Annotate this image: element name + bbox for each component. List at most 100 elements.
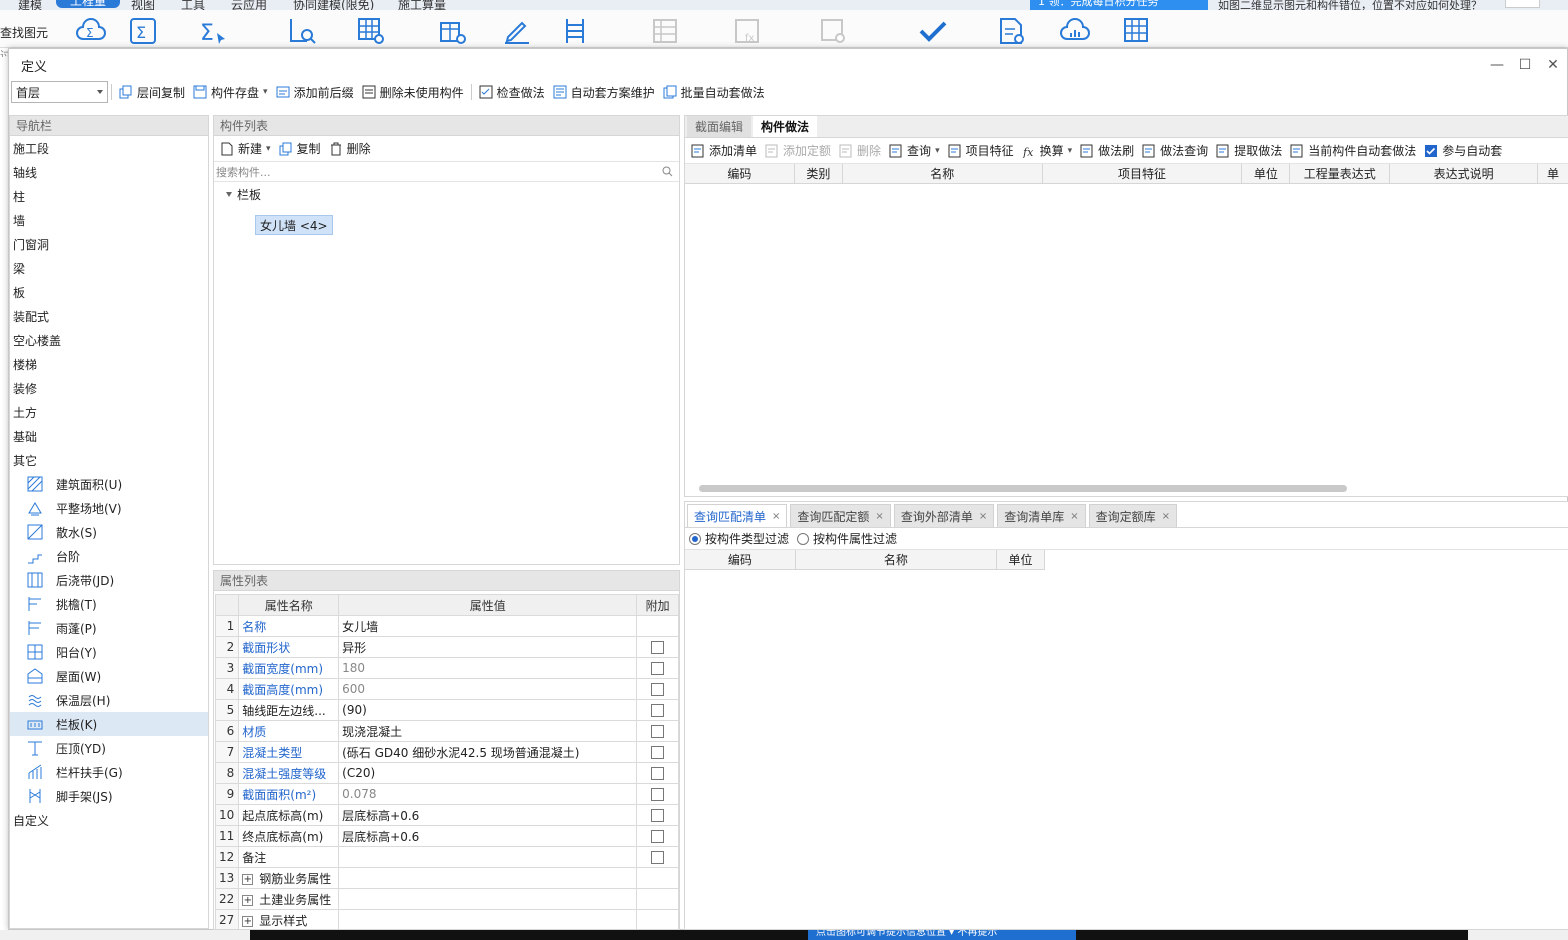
column-header[interactable]: 单 xyxy=(1538,164,1568,183)
expand-icon[interactable]: + xyxy=(242,915,254,927)
nav-sub-item[interactable]: 台阶 xyxy=(10,544,208,568)
property-row[interactable]: 27 + 显示样式 xyxy=(214,909,679,929)
extra-checkbox[interactable] xyxy=(651,746,665,759)
maximize-button[interactable]: ☐ xyxy=(1511,49,1539,81)
nav-item[interactable]: 板 xyxy=(10,280,208,304)
property-value[interactable]: 女儿墙 xyxy=(338,615,638,637)
ribbon-tab-view[interactable]: 视图 xyxy=(131,0,155,10)
column-header[interactable]: 类别 xyxy=(795,164,843,183)
nav-item[interactable]: 梁 xyxy=(10,256,208,280)
nav-item[interactable]: 门窗洞 xyxy=(10,232,208,256)
property-row[interactable]: 13 + 钢筋业务属性 xyxy=(214,867,679,889)
caret-down-icon[interactable] xyxy=(226,191,232,197)
nav-sub-item[interactable]: 栏杆扶手(G) xyxy=(10,760,208,784)
delete-method-button[interactable]: 删除 xyxy=(835,140,885,162)
property-value[interactable]: (90) xyxy=(338,699,638,721)
column-header[interactable]: 表达式说明 xyxy=(1390,164,1539,183)
extra-checkbox[interactable] xyxy=(651,704,665,717)
property-row[interactable]: 5 轴线距左边线... (90) xyxy=(214,699,679,721)
nav-item[interactable]: 柱 xyxy=(10,184,208,208)
convert-button[interactable]: fx 换算 ▾ xyxy=(1018,140,1077,162)
property-value[interactable] xyxy=(338,909,638,929)
nav-sub-item[interactable]: 建筑面积(U) xyxy=(10,472,208,496)
nav-item[interactable]: 其它 xyxy=(10,448,208,472)
close-icon[interactable]: × xyxy=(772,511,780,522)
close-icon[interactable]: × xyxy=(979,511,987,522)
find-element-label[interactable]: 查找图元 xyxy=(0,24,48,41)
property-value[interactable] xyxy=(338,888,638,910)
column-header[interactable]: 名称 xyxy=(796,550,998,569)
join-auto-button[interactable]: 参与自动套 xyxy=(1420,140,1506,162)
close-icon[interactable]: × xyxy=(875,511,883,522)
radio-filter-type[interactable] xyxy=(689,532,701,545)
query-button[interactable]: 查询 ▾ xyxy=(885,140,944,162)
nav-sub-item[interactable]: 散水(S) xyxy=(10,520,208,544)
column-header[interactable]: 名称 xyxy=(843,164,1043,183)
nav-item[interactable]: 装修 xyxy=(10,376,208,400)
ladder-icon[interactable] xyxy=(558,14,592,48)
query-tab[interactable]: 查询匹配清单 × xyxy=(687,504,788,527)
property-value[interactable]: 0.078 xyxy=(338,783,638,805)
nav-sub-item[interactable]: 保温层(H) xyxy=(10,688,208,712)
hint-banner[interactable]: 点击图标可调节提示信息位置 ▾ 不再提示 xyxy=(808,930,1076,940)
ribbon-tab-tools[interactable]: 工具 xyxy=(181,0,205,10)
property-row[interactable]: 9 截面面积(m²) 0.078 xyxy=(214,783,679,805)
expand-icon[interactable]: + xyxy=(242,894,254,906)
ribbon-tab-modeling[interactable]: 建模 xyxy=(18,0,42,10)
sum-icon[interactable]: Σ xyxy=(126,14,160,48)
table-edit-icon[interactable] xyxy=(1120,14,1154,48)
check-icon[interactable] xyxy=(916,14,950,48)
delete-unused-button[interactable]: 删除未使用构件 xyxy=(358,81,468,103)
nav-item[interactable]: 土方 xyxy=(10,400,208,424)
auto-method-current-button[interactable]: 当前构件自动套做法 xyxy=(1286,140,1420,162)
nav-sub-item[interactable]: 压顶(YD) xyxy=(10,736,208,760)
method-query-button[interactable]: 做法查询 xyxy=(1138,140,1212,162)
extra-checkbox[interactable] xyxy=(651,641,665,654)
query-tab[interactable]: 查询定额库 × xyxy=(1088,504,1178,527)
new-component-button[interactable]: 新建 ▾ xyxy=(216,138,275,160)
nav-sub-item[interactable]: 后浇带(JD) xyxy=(10,568,208,592)
save-component-button[interactable]: 构件存盘 ▾ xyxy=(189,81,272,103)
close-icon[interactable]: × xyxy=(1070,511,1078,522)
table-query-icon[interactable] xyxy=(354,14,388,48)
sum-select-icon[interactable]: Σ xyxy=(196,14,230,48)
item-feature-button[interactable]: 项目特征 xyxy=(944,140,1018,162)
add-quota-button[interactable]: 添加定额 xyxy=(761,140,835,162)
query-tab[interactable]: 查询匹配定额 × xyxy=(790,504,891,527)
property-value[interactable] xyxy=(338,867,638,889)
ribbon-tab-cloud[interactable]: 云应用 xyxy=(231,0,267,10)
column-header[interactable]: 编码 xyxy=(685,550,796,569)
property-row[interactable]: 22 + 土建业务属性 xyxy=(214,888,679,910)
ribbon-tab-construction[interactable]: 施工算量 xyxy=(398,0,446,10)
nav-sub-item[interactable]: 屋面(W) xyxy=(10,664,208,688)
property-value[interactable]: (砾石 GD40 细砂水泥42.5 现场普通混凝土) xyxy=(338,741,638,763)
cloud-sum-icon[interactable]: Σ xyxy=(74,14,108,48)
query-tab[interactable]: 查询清单库 × xyxy=(997,504,1086,527)
ribbon-tab-quantity[interactable]: 工程量 xyxy=(56,0,121,8)
column-header[interactable]: 项目特征 xyxy=(1043,164,1243,183)
extra-checkbox[interactable] xyxy=(651,830,665,843)
property-value[interactable]: 异形 xyxy=(338,636,638,658)
copy-between-floors-button[interactable]: 层间复制 xyxy=(115,81,189,103)
nav-item[interactable]: 墙 xyxy=(10,208,208,232)
tree-node-parapet[interactable]: 女儿墙 <4> xyxy=(255,215,333,235)
delete-component-button[interactable]: 删除 xyxy=(325,138,375,160)
nav-item[interactable]: 空心楼盖 xyxy=(10,328,208,352)
check-method-button[interactable]: 检查做法 xyxy=(475,81,549,103)
extra-checkbox[interactable] xyxy=(651,788,665,801)
edit-icon[interactable] xyxy=(500,14,534,48)
column-header[interactable]: 工程量表达式 xyxy=(1290,164,1391,183)
extra-checkbox[interactable] xyxy=(651,683,665,696)
property-row[interactable]: 11 终点底标高(m) 层底标高+0.6 xyxy=(214,825,679,847)
tab-component-method[interactable]: 构件做法 xyxy=(753,116,818,137)
property-value[interactable]: 层底标高+0.6 xyxy=(338,804,638,826)
column-header[interactable]: 单位 xyxy=(1242,164,1291,183)
auto-scheme-button[interactable]: 自动套方案维护 xyxy=(549,81,659,103)
nav-item[interactable]: 装配式 xyxy=(10,304,208,328)
tab-section-edit[interactable]: 截面编辑 xyxy=(687,116,752,137)
property-row[interactable]: 3 截面宽度(mm) 180 xyxy=(214,657,679,679)
report-icon[interactable] xyxy=(994,14,1028,48)
column-header[interactable]: 单位 xyxy=(997,550,1044,569)
property-row[interactable]: 1 名称 女儿墙 xyxy=(214,615,679,637)
copy-component-button[interactable]: 复制 xyxy=(275,138,325,160)
